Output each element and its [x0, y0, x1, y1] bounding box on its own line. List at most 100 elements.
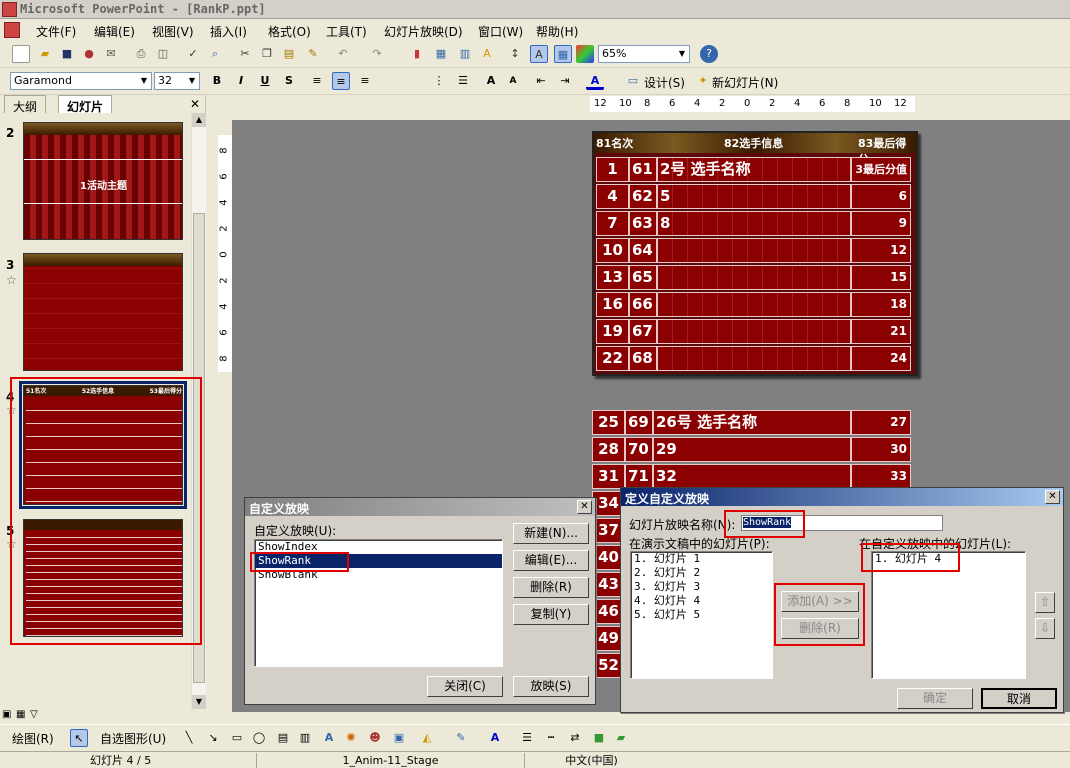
close-icon[interactable]: ✕	[190, 97, 200, 111]
bold-button[interactable]: B	[208, 72, 226, 90]
3d-style-icon[interactable]: ▰	[612, 729, 630, 747]
underline-button[interactable]: U	[256, 72, 274, 90]
menu-view[interactable]: 视图(V)	[152, 23, 194, 40]
menu-window[interactable]: 窗口(W)	[478, 23, 523, 40]
menu-format[interactable]: 格式(O)	[268, 23, 311, 40]
increase-indent-icon[interactable]: ⇥	[556, 72, 574, 90]
email-icon[interactable]: ✉	[102, 45, 120, 63]
cut-icon[interactable]: ✂	[236, 45, 254, 63]
align-center-icon[interactable]: ≡	[332, 72, 350, 90]
zoom-combo[interactable]: 65% ▼	[598, 45, 690, 63]
format-painter-icon[interactable]: ✎	[304, 45, 322, 63]
font-color-icon[interactable]: A	[586, 72, 604, 90]
bullets-icon[interactable]: ☰	[454, 72, 472, 90]
document-icon[interactable]	[4, 22, 20, 38]
list-item[interactable]: 1. 幻灯片 1	[631, 552, 772, 566]
normal-view-icon[interactable]: ▣	[2, 709, 11, 720]
undo-icon[interactable]: ↶	[334, 45, 352, 63]
wordart-icon[interactable]: A	[478, 45, 496, 63]
close-button[interactable]: 关闭(C)	[427, 676, 503, 697]
color-grayscale-icon[interactable]	[576, 45, 594, 63]
line-icon[interactable]: ╲	[180, 729, 198, 747]
expand-icon[interactable]: ↕	[506, 45, 524, 63]
oval-icon[interactable]: ◯	[250, 729, 268, 747]
slide-thumbnail-3[interactable]	[23, 253, 183, 371]
menu-insert[interactable]: 插入(I)	[210, 23, 247, 40]
menu-tools[interactable]: 工具(T)	[326, 23, 367, 40]
list-item[interactable]: 4. 幻灯片 4	[631, 594, 772, 608]
align-left-icon[interactable]: ≡	[308, 72, 326, 90]
powerpoint-app-icon[interactable]	[2, 2, 17, 17]
autoshapes-menu[interactable]: 自选图形(U)	[100, 730, 166, 747]
rectangle-icon[interactable]: ▭	[228, 729, 246, 747]
slide-4-canvas[interactable]: 81名次 82选手信息 83最后得分 1612号 选手名称3最后分值462567…	[592, 131, 918, 376]
paste-icon[interactable]: ▤	[280, 45, 298, 63]
line-color-icon[interactable]: ✎	[452, 729, 470, 747]
slide-thumbnail-2[interactable]: 1活动主题	[23, 122, 183, 240]
redo-icon[interactable]: ↷	[368, 45, 386, 63]
new-slide-button[interactable]: 新幻灯片(N)	[712, 74, 778, 91]
fill-color-icon[interactable]: ◭	[418, 729, 436, 747]
cancel-button[interactable]: 取消	[981, 688, 1057, 709]
design-icon[interactable]: ▭	[624, 72, 642, 90]
show-button[interactable]: 放映(S)	[513, 676, 589, 697]
shadow-button[interactable]: S	[280, 72, 298, 90]
font-size-combo[interactable]: 32 ▼	[154, 72, 200, 90]
list-item[interactable]: 2. 幻灯片 2	[631, 566, 772, 580]
decrease-indent-icon[interactable]: ⇤	[532, 72, 550, 90]
font-color-icon[interactable]: A	[486, 729, 504, 747]
arrow-icon[interactable]: ↘	[204, 729, 222, 747]
tables-borders-icon[interactable]: ▥	[456, 45, 474, 63]
font-combo[interactable]: Garamond ▼	[10, 72, 152, 90]
wordart-icon[interactable]: A	[320, 729, 338, 747]
diagram-icon[interactable]: ✺	[342, 729, 360, 747]
help-icon[interactable]: ?	[700, 45, 718, 63]
copy-button[interactable]: 复制(Y)	[513, 604, 589, 625]
clipart-icon[interactable]: ☻	[366, 729, 384, 747]
show-grid-icon[interactable]: ▦	[554, 45, 572, 63]
tab-slides[interactable]: 幻灯片	[58, 95, 113, 114]
decrease-font-icon[interactable]: A	[504, 72, 522, 90]
menu-slideshow[interactable]: 幻灯片放映(D)	[384, 23, 463, 40]
ok-button[interactable]: 确定	[897, 688, 973, 709]
dash-style-icon[interactable]: ┅	[542, 729, 560, 747]
open-icon[interactable]: ▰	[36, 45, 54, 63]
scroll-down-icon[interactable]: ▼	[192, 695, 206, 709]
menu-edit[interactable]: 编辑(E)	[94, 23, 135, 40]
save-icon[interactable]: ■	[58, 45, 76, 63]
list-item[interactable]: 5. 幻灯片 5	[631, 608, 772, 622]
delete-button[interactable]: 删除(R)	[513, 577, 589, 598]
slideshow-view-icon[interactable]: ▽	[30, 709, 38, 720]
list-item[interactable]: 3. 幻灯片 3	[631, 580, 772, 594]
move-up-icon[interactable]: ⇧	[1035, 592, 1055, 613]
tab-outline[interactable]: 大纲	[4, 95, 47, 114]
presentation-slides-list[interactable]: 1. 幻灯片 1 2. 幻灯片 2 3. 幻灯片 3 4. 幻灯片 4 5. 幻…	[630, 551, 773, 679]
align-right-icon[interactable]: ≡	[356, 72, 374, 90]
insert-chart-icon[interactable]: ▮	[408, 45, 426, 63]
new-icon[interactable]	[12, 45, 30, 63]
picture-icon[interactable]: ▣	[390, 729, 408, 747]
show-formatting-icon[interactable]: A	[530, 45, 548, 63]
scroll-up-icon[interactable]: ▲	[192, 113, 206, 127]
arrow-style-icon[interactable]: ⇄	[566, 729, 584, 747]
italic-button[interactable]: I	[232, 72, 250, 90]
research-icon[interactable]: ⌕	[206, 45, 224, 63]
shadow-style-icon[interactable]: ■	[590, 729, 608, 747]
vertical-textbox-icon[interactable]: ▥	[296, 729, 314, 747]
move-down-icon[interactable]: ⇩	[1035, 618, 1055, 639]
draw-menu[interactable]: 绘图(R)	[12, 730, 54, 747]
menu-file[interactable]: 文件(F)	[36, 23, 76, 40]
increase-font-icon[interactable]: A	[482, 72, 500, 90]
copy-icon[interactable]: ❐	[258, 45, 276, 63]
numbering-icon[interactable]: ⋮	[430, 72, 448, 90]
menu-help[interactable]: 帮助(H)	[536, 23, 578, 40]
close-icon[interactable]: ✕	[1045, 490, 1060, 504]
edit-button[interactable]: 编辑(E)...	[513, 550, 589, 571]
spelling-icon[interactable]: ✓	[184, 45, 202, 63]
design-button[interactable]: 设计(S)	[644, 74, 685, 91]
print-icon[interactable]: ⎙	[132, 45, 150, 63]
select-pointer-icon[interactable]: ↖	[70, 729, 88, 747]
new-slide-icon[interactable]: ✦	[694, 72, 712, 90]
new-button[interactable]: 新建(N)...	[513, 523, 589, 544]
textbox-icon[interactable]: ▤	[274, 729, 292, 747]
